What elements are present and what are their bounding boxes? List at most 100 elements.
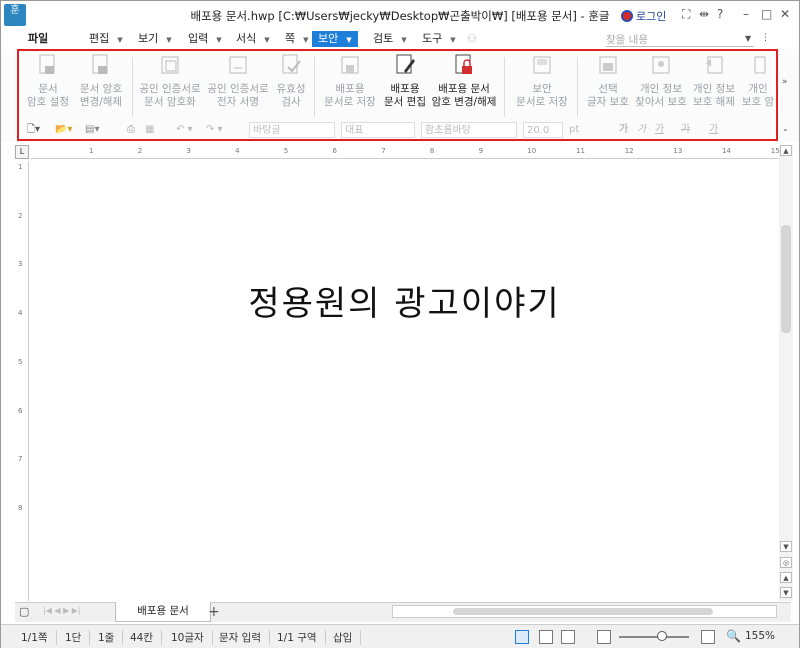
status-col: 44칸	[130, 630, 163, 645]
vruler-tick: 4	[18, 309, 23, 318]
ruler-tick: 11	[576, 147, 585, 155]
toolbar-expand-icon[interactable]: ⌄	[782, 124, 789, 133]
status-mode: 문자 입력	[219, 630, 270, 645]
menu-review[interactable]: 검토 ▼	[373, 31, 407, 47]
chevron-down-icon: ▼	[264, 36, 270, 44]
horizontal-ruler[interactable]: 1 2 3 4 5 6 7 8 9 10 11 12 13 14 15	[31, 145, 780, 159]
zoom-in-icon[interactable]	[701, 630, 715, 644]
ruler-tick: 10	[527, 147, 537, 155]
menu-insert-label: 입력	[188, 32, 209, 45]
status-insert[interactable]: 삽입	[333, 630, 362, 645]
ruler-tick: 12	[624, 147, 634, 155]
menu-security-label: 보안	[318, 32, 339, 45]
prev-page-icon[interactable]: ▲	[780, 572, 792, 583]
menu-page-label: 쪽	[285, 32, 296, 45]
menu-tools[interactable]: 도구 ▼	[422, 31, 456, 47]
tab-list-icon[interactable]: ▢	[19, 605, 29, 618]
help-icon[interactable]: ?	[717, 7, 723, 21]
chevron-down-icon: ▼	[401, 36, 407, 44]
menu-edit[interactable]: 편집 ▼	[89, 31, 123, 47]
tab-document[interactable]: 배포용 문서	[115, 602, 211, 622]
vruler-tick: 5	[18, 357, 23, 366]
menu-view[interactable]: 보기 ▼	[138, 31, 172, 47]
vertical-scrollbar[interactable]: ▲ ▼ ◎ ▲ ▼	[779, 145, 793, 601]
scroll-down-icon[interactable]: ▼	[780, 541, 792, 552]
menu-view-label: 보기	[138, 32, 159, 45]
full-page-icon[interactable]	[561, 630, 575, 644]
status-page[interactable]: 1/1쪽	[21, 630, 57, 645]
zoom-icon[interactable]: 🔍	[726, 629, 741, 643]
menu-edit-label: 편집	[89, 32, 110, 45]
search-options-icon[interactable]: ⋮	[761, 33, 770, 43]
fit-width-icon[interactable]	[539, 630, 553, 644]
title-bar: 훈 배포용 문서.hwp [C:₩Users₩jecky₩Desktop₩곤출박…	[1, 1, 799, 29]
menu-review-label: 검토	[373, 32, 394, 45]
vruler-tick: 1	[18, 163, 23, 171]
vertical-ruler[interactable]: 1 2 3 4 5 6 7 8	[15, 161, 29, 601]
scroll-up-icon[interactable]: ▲	[780, 145, 792, 156]
horizontal-scrollbar[interactable]	[392, 605, 777, 618]
zoom-level[interactable]: 155%	[745, 630, 783, 642]
ruler-tick: 7	[381, 147, 386, 155]
next-page-icon[interactable]: ▼	[780, 587, 792, 598]
document-text[interactable]: 정용원의 광고이야기	[31, 276, 778, 325]
share-icon[interactable]: ⚇	[467, 31, 477, 47]
ruler-tick: 2	[137, 147, 143, 155]
status-line: 1줄	[98, 630, 124, 645]
menu-security[interactable]: 보안 ▼	[312, 31, 358, 47]
menu-file[interactable]: 파일	[28, 31, 48, 47]
search-dropdown-icon[interactable]: ▼	[745, 34, 751, 43]
zoom-slider[interactable]	[619, 636, 689, 638]
hscroll-thumb[interactable]	[453, 608, 713, 615]
ruler-tick: 13	[673, 147, 683, 155]
login-button[interactable]: 로그인	[621, 8, 666, 24]
ruler-corner[interactable]: L	[15, 145, 29, 159]
add-tab-button[interactable]: +	[208, 604, 220, 620]
vruler-tick: 8	[18, 503, 23, 512]
login-icon	[621, 10, 633, 22]
scroll-thumb[interactable]	[781, 225, 791, 333]
search-input[interactable]: 찾을 내용	[606, 32, 754, 47]
window-title: 배포용 문서.hwp [C:₩Users₩jecky₩Desktop₩곤출박이₩…	[190, 9, 610, 23]
ruler-tick: 5	[283, 147, 289, 155]
status-bar: 1/1쪽 1단 1줄 44칸 10글자 문자 입력 1/1 구역 삽입 🔍 15…	[1, 624, 799, 648]
chevron-down-icon: ▼	[450, 36, 456, 44]
hwp-window: 훈 배포용 문서.hwp [C:₩Users₩jecky₩Desktop₩곤출박…	[0, 0, 800, 648]
page-target-icon[interactable]: ◎	[780, 557, 792, 568]
menu-page[interactable]: 쪽 ▼	[285, 31, 309, 47]
document-page[interactable]: 정용원의 광고이야기	[31, 161, 778, 601]
ruler-tick: 1	[89, 147, 94, 155]
chevron-down-icon: ▼	[166, 36, 172, 44]
fullscreen-icon[interactable]: ⛶	[682, 7, 690, 22]
status-section: 1/1 구역	[277, 630, 326, 645]
vruler-tick: 2	[18, 211, 23, 220]
menu-format-label: 서식	[236, 32, 257, 45]
status-chars: 10글자	[171, 630, 213, 645]
ruler-tick: 3	[186, 147, 191, 155]
login-label: 로그인	[636, 10, 667, 23]
split-icon[interactable]: ⇹	[699, 7, 709, 21]
chevron-down-icon: ▼	[303, 36, 309, 44]
page-view-icon[interactable]	[515, 630, 529, 644]
menu-tools-label: 도구	[422, 32, 443, 45]
highlight-box	[17, 49, 778, 141]
menu-insert[interactable]: 입력 ▼	[188, 31, 222, 47]
status-column: 1단	[65, 630, 91, 645]
vruler-tick: 7	[18, 455, 23, 464]
maximize-icon[interactable]: □	[761, 7, 772, 21]
tab-nav-icons[interactable]: |◀ ◀ ▶ ▶|	[43, 606, 81, 615]
zoom-out-icon[interactable]	[597, 630, 611, 644]
minimize-icon[interactable]: –	[743, 7, 749, 21]
zoom-slider-knob[interactable]	[657, 631, 667, 641]
menu-format[interactable]: 서식 ▼	[236, 31, 270, 47]
ruler-tick: 9	[478, 147, 484, 155]
ruler-tick: 8	[429, 147, 435, 155]
vruler-tick: 6	[18, 406, 23, 415]
ruler-tick: 6	[332, 147, 337, 155]
chevron-down-icon: ▼	[346, 36, 352, 44]
vruler-tick: 3	[18, 260, 23, 269]
close-icon[interactable]: ✕	[780, 7, 790, 21]
ribbon-more-icon[interactable]: »	[782, 77, 788, 87]
chevron-down-icon: ▼	[216, 36, 222, 44]
chevron-down-icon: ▼	[117, 36, 123, 44]
